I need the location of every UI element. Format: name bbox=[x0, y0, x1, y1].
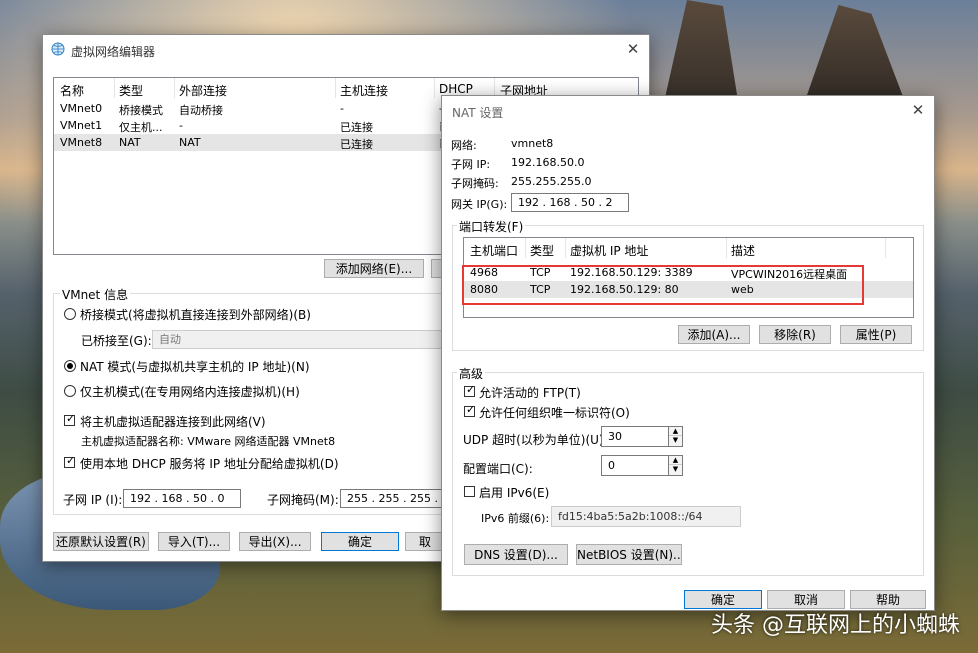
dns-settings-button[interactable]: DNS 设置(D)... bbox=[464, 544, 568, 565]
nat-title: NAT 设置 bbox=[452, 106, 504, 120]
vne-ok-button[interactable]: 确定 bbox=[321, 532, 399, 551]
allow-ftp-checkbox[interactable]: ✓ bbox=[464, 383, 475, 397]
nat-mode-radio[interactable] bbox=[64, 360, 76, 372]
vne-titlebar: 虚拟网络编辑器 ✕ bbox=[43, 35, 649, 65]
connect-adapter-label[interactable]: 将主机虚拟适配器连接到此网络(V) bbox=[80, 413, 266, 430]
col-type[interactable]: 类型 bbox=[119, 82, 143, 99]
vne-title: 虚拟网络编辑器 bbox=[71, 45, 156, 59]
add-network-button[interactable]: 添加网络(E)... bbox=[324, 259, 424, 278]
cell: 仅主机... bbox=[119, 121, 163, 134]
col-dhcp[interactable]: DHCP bbox=[439, 82, 473, 96]
pf-add-button[interactable]: 添加(A)... bbox=[678, 325, 750, 344]
subnet-ip-field[interactable]: 192 . 168 . 50 . 0 bbox=[123, 489, 241, 508]
nat-titlebar: NAT 设置 ✕ bbox=[442, 96, 934, 126]
netbios-settings-button[interactable]: NetBIOS 设置(N)... bbox=[576, 544, 682, 565]
ipv6-prefix-field[interactable]: fd15:4ba5:5a2b:1008::/64 bbox=[551, 506, 741, 527]
nat-close-icon[interactable]: ✕ bbox=[910, 102, 926, 118]
allow-ftp-label[interactable]: 允许活动的 FTP(T) bbox=[479, 384, 581, 401]
connect-adapter-checkbox[interactable]: ✓ bbox=[64, 412, 75, 426]
ipv6-prefix-label: IPv6 前缀(6): bbox=[481, 512, 550, 525]
gateway-ip-field[interactable]: 192 . 168 . 50 . 2 bbox=[511, 193, 629, 212]
nat-subnet-ip-label: 子网 IP: bbox=[451, 158, 491, 171]
cell: VMnet8 bbox=[60, 136, 103, 149]
nat-subnet-ip-value: 192.168.50.0 bbox=[511, 156, 585, 169]
host-only-radio[interactable] bbox=[64, 385, 76, 397]
bridge-mode-radio[interactable] bbox=[64, 308, 76, 320]
bridged-to-label: 已桥接至(G): bbox=[81, 334, 152, 348]
col-vm-ip[interactable]: 虚拟机 IP 地址 bbox=[570, 242, 648, 259]
restore-defaults-button[interactable]: 还原默认设置(R) bbox=[53, 532, 149, 551]
network-globe-icon bbox=[51, 42, 65, 56]
pf-list-header: 主机端口 类型 虚拟机 IP 地址 描述 bbox=[464, 238, 913, 258]
config-port-label: 配置端口(C): bbox=[463, 462, 533, 476]
col-host-port[interactable]: 主机端口 bbox=[470, 242, 518, 259]
bridged-to-select[interactable]: 自动 bbox=[152, 330, 442, 349]
nat-settings-window: NAT 设置 ✕ 网络: vmnet8 子网 IP: 192.168.50.0 … bbox=[441, 95, 935, 611]
highlight-annotation-box bbox=[462, 265, 864, 305]
vne-cancel-button[interactable]: 取 bbox=[405, 532, 445, 551]
vmnet-info-title: VMnet 信息 bbox=[60, 286, 131, 303]
udp-timeout-field[interactable]: 30 bbox=[601, 426, 669, 447]
port-forwarding-title: 端口转发(F) bbox=[457, 218, 526, 235]
nat-subnet-mask-label: 子网掩码: bbox=[451, 177, 499, 190]
adapter-name-text: 主机虚拟适配器名称: VMware 网络适配器 VMnet8 bbox=[81, 435, 336, 448]
config-port-spinner[interactable]: ▲ ▼ bbox=[669, 455, 683, 476]
export-button[interactable]: 导出(X)... bbox=[239, 532, 311, 551]
nat-subnet-mask-value: 255.255.255.0 bbox=[511, 175, 592, 188]
col-name[interactable]: 名称 bbox=[60, 82, 84, 99]
cell: NAT bbox=[179, 136, 201, 149]
cell: - bbox=[340, 102, 344, 115]
gateway-ip-label: 网关 IP(G): bbox=[451, 198, 508, 211]
cell: 已连接 bbox=[340, 121, 373, 134]
network-value: vmnet8 bbox=[511, 137, 554, 150]
allow-oui-label[interactable]: 允许任何组织唯一标识符(O) bbox=[479, 404, 630, 421]
col-external[interactable]: 外部连接 bbox=[179, 82, 227, 99]
col-description[interactable]: 描述 bbox=[731, 242, 755, 259]
import-button[interactable]: 导入(T)... bbox=[158, 532, 230, 551]
network-label: 网络: bbox=[451, 139, 477, 152]
pf-remove-button[interactable]: 移除(R) bbox=[759, 325, 831, 344]
use-dhcp-checkbox[interactable]: ✓ bbox=[64, 454, 75, 468]
advanced-title: 高级 bbox=[457, 365, 486, 382]
col-host[interactable]: 主机连接 bbox=[340, 82, 388, 99]
pf-properties-button[interactable]: 属性(P) bbox=[840, 325, 912, 344]
subnet-mask-field[interactable]: 255 . 255 . 255 . 0 bbox=[340, 489, 442, 508]
subnet-ip-label: 子网 IP (I): bbox=[63, 493, 123, 507]
udp-timeout-label: UDP 超时(以秒为单位)(U): bbox=[463, 433, 608, 447]
allow-oui-checkbox[interactable]: ✓ bbox=[464, 403, 475, 417]
cell: 已连接 bbox=[340, 138, 373, 151]
cell: VMnet1 bbox=[60, 119, 103, 132]
host-only-label[interactable]: 仅主机模式(在专用网络内连接虚拟机)(H) bbox=[80, 383, 300, 400]
use-dhcp-label[interactable]: 使用本地 DHCP 服务将 IP 地址分配给虚拟机(D) bbox=[80, 455, 339, 472]
watermark-text: 头条 @互联网上的小蜘蛛 bbox=[711, 613, 960, 638]
nat-mode-label[interactable]: NAT 模式(与虚拟机共享主机的 IP 地址)(N) bbox=[80, 358, 310, 375]
cell: 自动桥接 bbox=[179, 104, 223, 117]
cell: 桥接模式 bbox=[119, 104, 163, 117]
cell: VMnet0 bbox=[60, 102, 103, 115]
subnet-mask-label: 子网掩码(M): bbox=[267, 493, 339, 507]
bridge-mode-label[interactable]: 桥接模式(将虚拟机直接连接到外部网络)(B) bbox=[80, 306, 311, 323]
col-pf-type[interactable]: 类型 bbox=[530, 242, 554, 259]
cell: NAT bbox=[119, 136, 141, 149]
config-port-field[interactable]: 0 bbox=[601, 455, 669, 476]
vne-close-icon[interactable]: ✕ bbox=[625, 41, 641, 57]
enable-ipv6-checkbox[interactable] bbox=[464, 486, 475, 497]
enable-ipv6-label[interactable]: 启用 IPv6(E) bbox=[479, 484, 549, 501]
cell: - bbox=[179, 119, 183, 132]
udp-timeout-spinner[interactable]: ▲ ▼ bbox=[669, 426, 683, 447]
